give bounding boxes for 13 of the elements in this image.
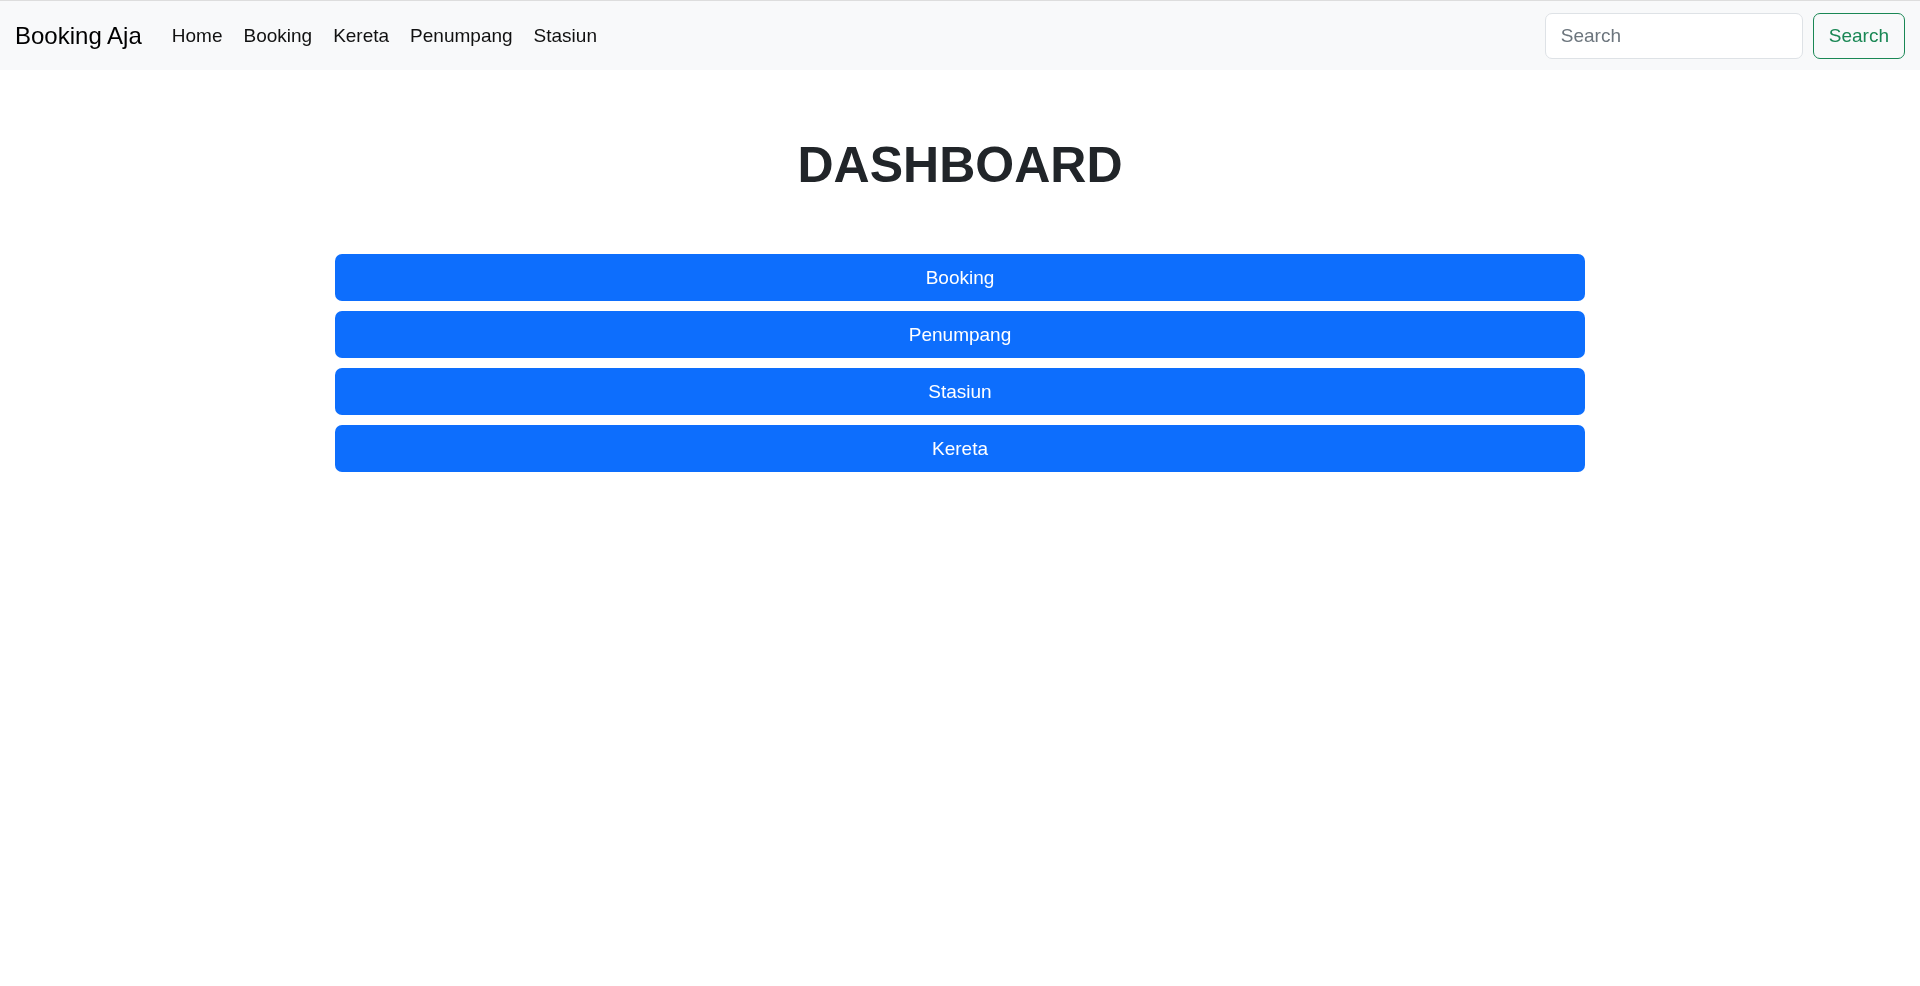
dashboard-button[interactable]: Stasiun — [335, 368, 1585, 415]
page-title: DASHBOARD — [796, 136, 1124, 194]
nav-link[interactable]: Stasiun — [533, 24, 597, 47]
nav-link[interactable]: Booking — [243, 24, 313, 47]
dashboard-button[interactable]: Penumpang — [335, 311, 1585, 358]
nav-link[interactable]: Kereta — [333, 24, 390, 47]
dashboard-button[interactable]: Booking — [335, 254, 1585, 301]
search-field[interactable]: Search — [1544, 12, 1803, 59]
nav-link[interactable]: Penumpang — [410, 24, 513, 47]
brand-link[interactable]: Booking Aja — [15, 21, 142, 50]
search-button[interactable]: Search — [1812, 12, 1905, 59]
dashboard-button[interactable]: Kereta — [335, 425, 1585, 472]
nav-link[interactable]: Home — [171, 24, 223, 47]
